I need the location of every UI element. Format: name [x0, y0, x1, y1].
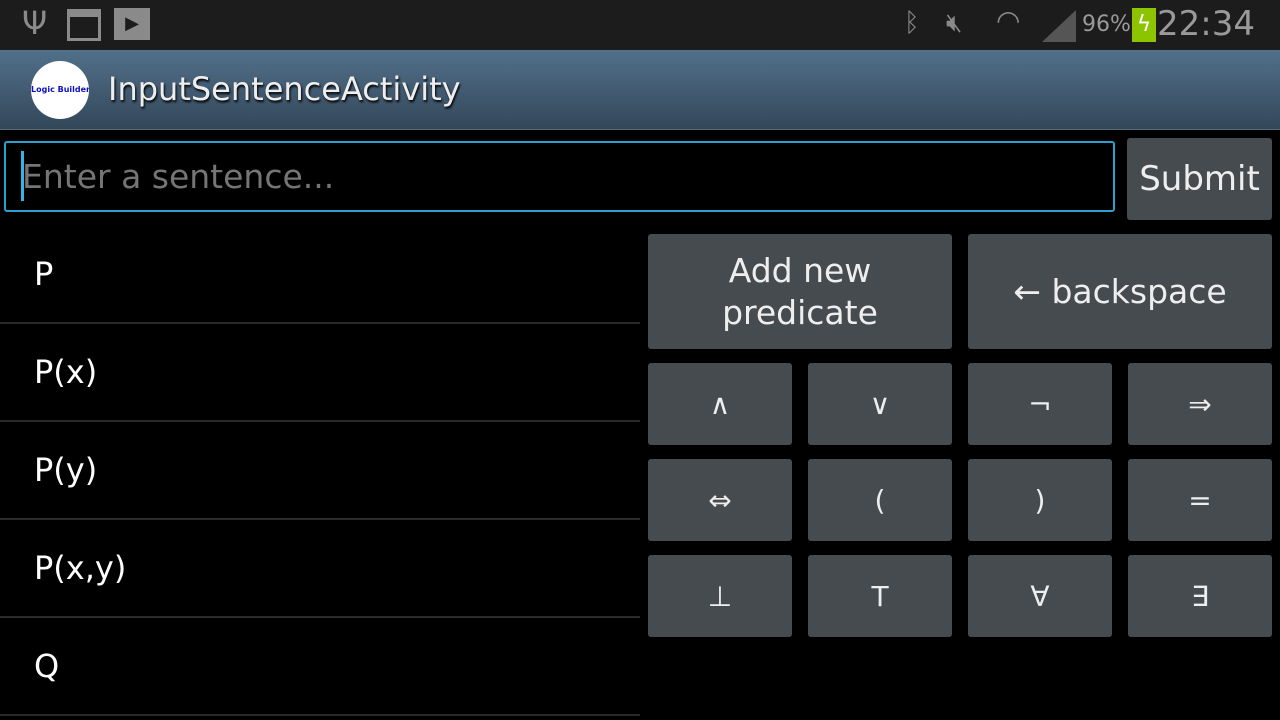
sentence-input[interactable]: [4, 141, 1115, 212]
battery-percent: 96%: [1082, 12, 1131, 37]
key-bottom-button[interactable]: ⊥: [648, 555, 792, 637]
submit-button[interactable]: Submit: [1127, 138, 1272, 220]
usb-icon: Ψ: [22, 4, 48, 42]
key-equals-button[interactable]: =: [1128, 459, 1272, 541]
key-iff-button[interactable]: ⇔: [648, 459, 792, 541]
add-predicate-button[interactable]: Add new predicate: [648, 234, 952, 349]
list-item[interactable]: Q: [0, 618, 640, 716]
key-or-button[interactable]: ∨: [808, 363, 952, 445]
key-implies-button[interactable]: ⇒: [1128, 363, 1272, 445]
battery-charging-icon: ϟ: [1132, 8, 1156, 42]
app-logo[interactable]: Logic Builder: [31, 61, 89, 119]
status-bar: Ψ ▶ ᛒ 🔇︎ ◠ 96% ϟ 22:34: [0, 0, 1280, 50]
bluetooth-icon: ᛒ: [904, 8, 920, 38]
backspace-button[interactable]: ← backspace: [968, 234, 1272, 349]
signal-icon: [1042, 10, 1076, 42]
key-not-button[interactable]: ¬: [968, 363, 1112, 445]
text-caret: [21, 151, 24, 201]
mute-icon: 🔇︎: [946, 8, 963, 38]
activity-title: InputSentenceActivity: [108, 70, 461, 108]
list-item[interactable]: P: [0, 226, 640, 324]
list-item[interactable]: P(y): [0, 422, 640, 520]
play-store-icon: ▶: [114, 8, 150, 40]
key-left-paren-button[interactable]: (: [808, 459, 952, 541]
key-and-button[interactable]: ∧: [648, 363, 792, 445]
list-item[interactable]: P(x,y): [0, 520, 640, 618]
clock: 22:34: [1157, 4, 1255, 44]
key-top-button[interactable]: T: [808, 555, 952, 637]
wifi-icon: ◠: [996, 4, 1021, 37]
key-right-paren-button[interactable]: ): [968, 459, 1112, 541]
list-item[interactable]: P(x): [0, 324, 640, 422]
key-exists-button[interactable]: ∃: [1128, 555, 1272, 637]
key-forall-button[interactable]: ∀: [968, 555, 1112, 637]
calendar-icon: [67, 9, 101, 41]
